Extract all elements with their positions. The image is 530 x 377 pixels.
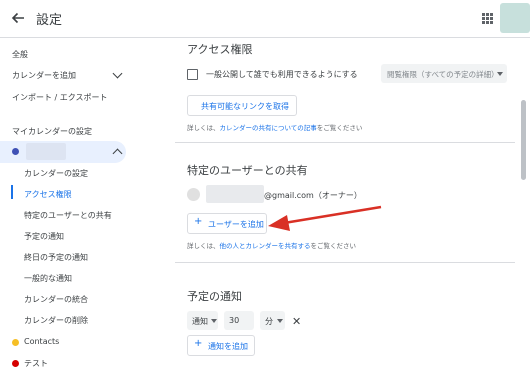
page-title: 設定 — [36, 13, 63, 28]
sidebar-sub-allday-notifications[interactable]: 終日の予定の通知 — [24, 252, 88, 263]
public-checkbox-label: 一般公開して誰でも利用できるようにする — [206, 70, 358, 79]
sidebar-item-add-calendar[interactable]: カレンダーを追加 — [12, 70, 76, 81]
notification-unit-value: 分 — [265, 317, 273, 326]
access-help-text: 詳しくは、カレンダーの共有についての記事をご覧ください — [187, 122, 362, 132]
add-notification-label: 通知を追加 — [208, 342, 248, 351]
dropdown-arrow-icon — [277, 319, 283, 323]
user-email: @gmail.com（オーナー） — [264, 191, 362, 200]
plus-icon: + — [194, 216, 203, 227]
sharing-help-link[interactable]: 他の人とカレンダーを共有する — [220, 242, 311, 250]
sidebar-item-general[interactable]: 全般 — [12, 49, 28, 60]
chevron-down-icon[interactable] — [112, 68, 123, 79]
calendar-color-dot — [12, 148, 19, 155]
get-shareable-link-label: 共有可能なリンクを取得 — [201, 102, 289, 111]
close-icon[interactable]: ✕ — [292, 315, 301, 328]
section-divider — [175, 262, 515, 263]
sidebar-sub-delete-calendar[interactable]: カレンダーの削除 — [24, 315, 88, 326]
user-avatar — [187, 188, 200, 201]
help-suffix: をご覧ください — [310, 242, 357, 250]
calendar-color-dot — [12, 360, 19, 367]
settings-main: アクセス権限 一般公開して誰でも利用できるようにする 閲覧権限（すべての予定の詳… — [175, 38, 515, 377]
sharing-help-text: 詳しくは、他の人とカレンダーを共有するをご覧ください — [187, 240, 356, 250]
help-suffix: をご覧ください — [316, 124, 363, 132]
permission-dropdown[interactable]: 閲覧権限（すべての予定の詳細） — [381, 64, 507, 83]
plus-icon: + — [194, 338, 203, 349]
arrow-back-icon[interactable] — [10, 10, 26, 26]
add-user-label: ユーザーを追加 — [208, 220, 264, 229]
help-prefix: 詳しくは、 — [187, 242, 220, 250]
section-title-event-notifications: 予定の通知 — [187, 290, 242, 303]
calendar-name-redacted — [26, 143, 66, 160]
add-notification-button[interactable]: + 通知を追加 — [187, 335, 255, 356]
sidebar-sub-integrate-calendar[interactable]: カレンダーの統合 — [24, 294, 88, 305]
avatar[interactable] — [500, 3, 530, 33]
section-divider — [175, 142, 515, 143]
sidebar-sub-general-notifications[interactable]: 一般的な通知 — [24, 273, 72, 284]
notification-amount-value: 30 — [229, 316, 240, 325]
scrollbar[interactable] — [521, 100, 526, 180]
apps-grid-icon[interactable] — [482, 13, 493, 24]
dropdown-arrow-icon — [211, 319, 217, 323]
sidebar-sub-share-with-people[interactable]: 特定のユーザーとの共有 — [24, 210, 112, 221]
permission-dropdown-value: 閲覧権限（すべての予定の詳細） — [387, 70, 499, 79]
public-checkbox[interactable] — [187, 69, 198, 80]
sidebar: 全般 カレンダーを追加 インポート / エクスポート マイカレンダーの設定 カレ… — [0, 38, 140, 377]
sidebar-calendar-contacts[interactable]: Contacts — [24, 337, 59, 346]
notification-amount-input[interactable]: 30 — [224, 311, 254, 330]
help-prefix: 詳しくは、 — [187, 124, 220, 132]
access-help-link[interactable]: カレンダーの共有についての記事 — [220, 124, 317, 132]
notification-unit-select[interactable]: 分 — [260, 311, 285, 330]
user-name-redacted — [206, 185, 264, 203]
sidebar-sub-access-permissions[interactable]: アクセス権限 — [24, 189, 72, 200]
sidebar-calendar-test[interactable]: テスト — [24, 358, 48, 369]
dropdown-arrow-icon — [497, 72, 503, 76]
notification-type-value: 通知 — [192, 317, 208, 326]
add-user-button[interactable]: + ユーザーを追加 — [187, 213, 267, 234]
notification-type-select[interactable]: 通知 — [187, 311, 218, 330]
sidebar-item-import-export[interactable]: インポート / エクスポート — [12, 92, 108, 103]
top-bar: 設定 — [0, 0, 530, 38]
my-calendars-heading: マイカレンダーの設定 — [12, 127, 92, 136]
sidebar-sub-calendar-settings[interactable]: カレンダーの設定 — [24, 168, 88, 179]
get-shareable-link-button[interactable]: 共有可能なリンクを取得 — [187, 95, 297, 116]
active-indicator — [11, 185, 13, 199]
section-title-sharing: 特定のユーザーとの共有 — [187, 164, 308, 177]
section-title-access: アクセス権限 — [187, 43, 253, 56]
calendar-color-dot — [12, 339, 19, 346]
sidebar-sub-event-notifications[interactable]: 予定の通知 — [24, 231, 64, 242]
